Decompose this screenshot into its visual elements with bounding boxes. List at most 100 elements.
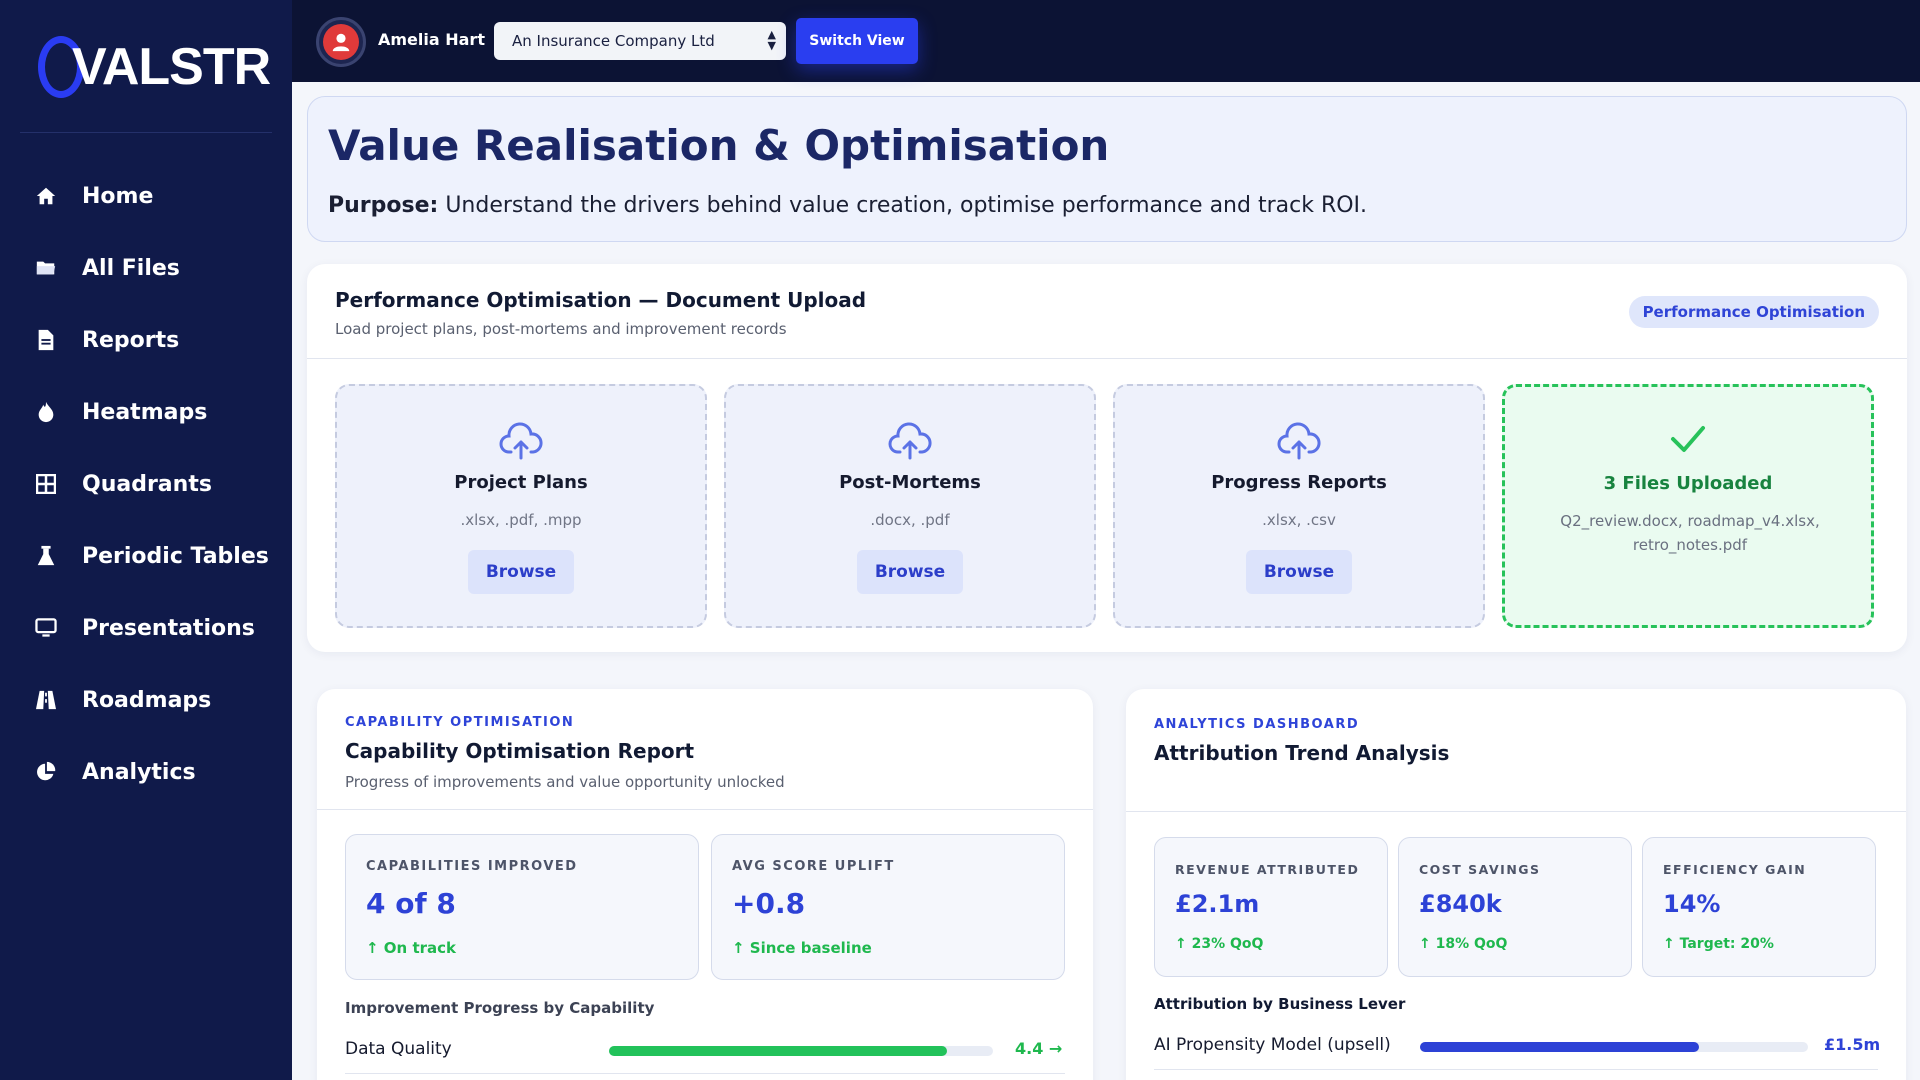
dropzone-title: Project Plans <box>454 472 588 493</box>
avatar[interactable] <box>316 17 366 67</box>
sidebar-item-quadrants[interactable]: Quadrants <box>0 448 292 520</box>
sidebar-item-analytics[interactable]: Analytics <box>0 736 292 808</box>
document-upload-card: Performance Optimisation — Document Uplo… <box>307 264 1907 652</box>
metric-label: CAPABILITIES IMPROVED <box>366 859 578 874</box>
sidebar-item-label: Quadrants <box>82 471 212 497</box>
grid-icon <box>34 472 58 496</box>
metric-efficiency-gain: EFFICIENCY GAIN 14% ↑ Target: 20% <box>1642 837 1876 977</box>
page-header-card: Value Realisation & Optimisation Purpose… <box>307 96 1907 242</box>
select-arrows-icon: ▲ ▼ <box>767 28 776 52</box>
monitor-icon <box>34 616 58 640</box>
sidebar-item-periodic-tables[interactable]: Periodic Tables <box>0 520 292 592</box>
dropzone-title: Progress Reports <box>1211 472 1387 493</box>
cloud-upload-icon <box>888 422 932 460</box>
purpose-text: Understand the drivers behind value crea… <box>445 193 1368 218</box>
sidebar-divider <box>20 132 272 133</box>
sidebar-item-roadmaps[interactable]: Roadmaps <box>0 664 292 736</box>
progress-track <box>1420 1042 1808 1052</box>
checkmark-icon <box>1671 426 1705 452</box>
sidebar-item-presentations[interactable]: Presentations <box>0 592 292 664</box>
browse-button[interactable]: Browse <box>1246 550 1352 594</box>
valstr-logo[interactable]: VALSTR <box>38 36 271 98</box>
pie-chart-icon <box>34 760 58 784</box>
progress-label: Data Quality <box>345 1039 452 1059</box>
card-title: Attribution Trend Analysis <box>1154 741 1450 765</box>
dropzone-title: Post-Mortems <box>839 472 981 493</box>
dropzone-uploaded[interactable]: 3 Files Uploaded Q2_review.docx, roadmap… <box>1502 384 1874 628</box>
card-divider <box>317 809 1093 810</box>
card-divider <box>1126 811 1906 812</box>
attribution-analysis-card: ANALYTICS DASHBOARD Attribution Trend An… <box>1126 689 1906 1080</box>
progress-label: AI Propensity Model (upsell) <box>1154 1035 1391 1055</box>
metric-value: 4 of 8 <box>366 887 456 920</box>
dropzone-post-mortems[interactable]: Post-Mortems .docx, .pdf Browse <box>724 384 1096 628</box>
metric-delta: ↑ On track <box>366 939 456 957</box>
flame-icon <box>34 400 58 424</box>
switch-view-button[interactable]: Switch View <box>796 18 918 64</box>
dropzone-formats: .xlsx, .pdf, .mpp <box>460 511 582 529</box>
metric-label: REVENUE ATTRIBUTED <box>1175 862 1360 877</box>
document-icon <box>34 328 58 352</box>
metric-value: +0.8 <box>732 887 806 920</box>
user-name: Amelia Hart <box>378 30 485 49</box>
card-eyebrow: CAPABILITY OPTIMISATION <box>345 715 575 730</box>
sidebar: VALSTR Home All Files Reports Heatmaps Q… <box>0 0 292 1080</box>
sidebar-item-reports[interactable]: Reports <box>0 304 292 376</box>
metric-delta: ↑ 23% QoQ <box>1175 936 1264 952</box>
sidebar-item-label: Heatmaps <box>82 399 208 425</box>
metric-revenue-attributed: REVENUE ATTRIBUTED £2.1m ↑ 23% QoQ <box>1154 837 1388 977</box>
progress-fill <box>1420 1042 1700 1052</box>
metric-delta: ↑ Target: 20% <box>1663 936 1774 952</box>
sidebar-item-all-files[interactable]: All Files <box>0 232 292 304</box>
uploaded-file-list: Q2_review.docx, roadmap_v4.xlsx, retro_n… <box>1560 512 1820 554</box>
upload-title: Performance Optimisation — Document Uplo… <box>335 288 867 312</box>
sidebar-item-label: Presentations <box>82 615 255 641</box>
cloud-upload-icon <box>1277 422 1321 460</box>
metric-value: £2.1m <box>1175 890 1260 918</box>
card-title: Capability Optimisation Report <box>345 739 695 763</box>
dropzone-formats: .xlsx, .csv <box>1262 511 1336 529</box>
progress-value: £1.5m <box>1824 1035 1881 1054</box>
browse-button[interactable]: Browse <box>857 550 963 594</box>
sidebar-item-label: Roadmaps <box>82 687 212 713</box>
browse-button[interactable]: Browse <box>468 550 574 594</box>
user-icon <box>323 24 359 60</box>
card-eyebrow: ANALYTICS DASHBOARD <box>1154 717 1360 732</box>
sidebar-item-label: Periodic Tables <box>82 543 269 569</box>
company-select[interactable]: An Insurance Company Ltd ▲ ▼ <box>494 22 786 60</box>
row-divider <box>1154 1069 1878 1070</box>
metric-delta: ↑ Since baseline <box>732 939 872 957</box>
sidebar-item-label: All Files <box>82 255 180 281</box>
section-label: Improvement Progress by Capability <box>345 999 655 1017</box>
card-subtitle: Progress of improvements and value oppor… <box>345 773 785 791</box>
upload-subtitle: Load project plans, post-mortems and imp… <box>335 320 787 338</box>
progress-row-data-quality: Data Quality 4.4 → <box>345 1033 1065 1065</box>
metric-label: AVG SCORE UPLIFT <box>732 859 895 874</box>
metric-label: EFFICIENCY GAIN <box>1663 862 1807 877</box>
dropzone-formats: .docx, .pdf <box>870 511 950 529</box>
metric-cost-savings: COST SAVINGS £840k ↑ 18% QoQ <box>1398 837 1632 977</box>
purpose-label: Purpose: <box>328 193 439 218</box>
logo-text: VALSTR <box>72 38 271 96</box>
dropzone-progress-reports[interactable]: Progress Reports .xlsx, .csv Browse <box>1113 384 1485 628</box>
top-bar: Amelia Hart An Insurance Company Ltd ▲ ▼ … <box>292 0 1920 82</box>
section-label: Attribution by Business Lever <box>1154 995 1406 1013</box>
sidebar-item-label: Home <box>82 183 154 209</box>
metric-delta: ↑ 18% QoQ <box>1419 936 1508 952</box>
sidebar-nav: Home All Files Reports Heatmaps Quadrant… <box>0 160 292 808</box>
row-divider <box>345 1073 1065 1074</box>
company-select-value: An Insurance Company Ltd <box>512 32 715 50</box>
capability-report-card: CAPABILITY OPTIMISATION Capability Optim… <box>317 689 1093 1080</box>
progress-value: 4.4 → <box>1015 1039 1063 1058</box>
metric-value: 14% <box>1663 890 1721 918</box>
sidebar-item-label: Analytics <box>82 759 196 785</box>
metric-label: COST SAVINGS <box>1419 862 1541 877</box>
road-icon <box>34 688 58 712</box>
upload-divider <box>307 358 1907 359</box>
home-icon <box>34 184 58 208</box>
dropzone-project-plans[interactable]: Project Plans .xlsx, .pdf, .mpp Browse <box>335 384 707 628</box>
upload-success-title: 3 Files Uploaded <box>1603 473 1773 494</box>
sidebar-item-heatmaps[interactable]: Heatmaps <box>0 376 292 448</box>
metric-avg-score-uplift: AVG SCORE UPLIFT +0.8 ↑ Since baseline <box>711 834 1065 980</box>
sidebar-item-home[interactable]: Home <box>0 160 292 232</box>
